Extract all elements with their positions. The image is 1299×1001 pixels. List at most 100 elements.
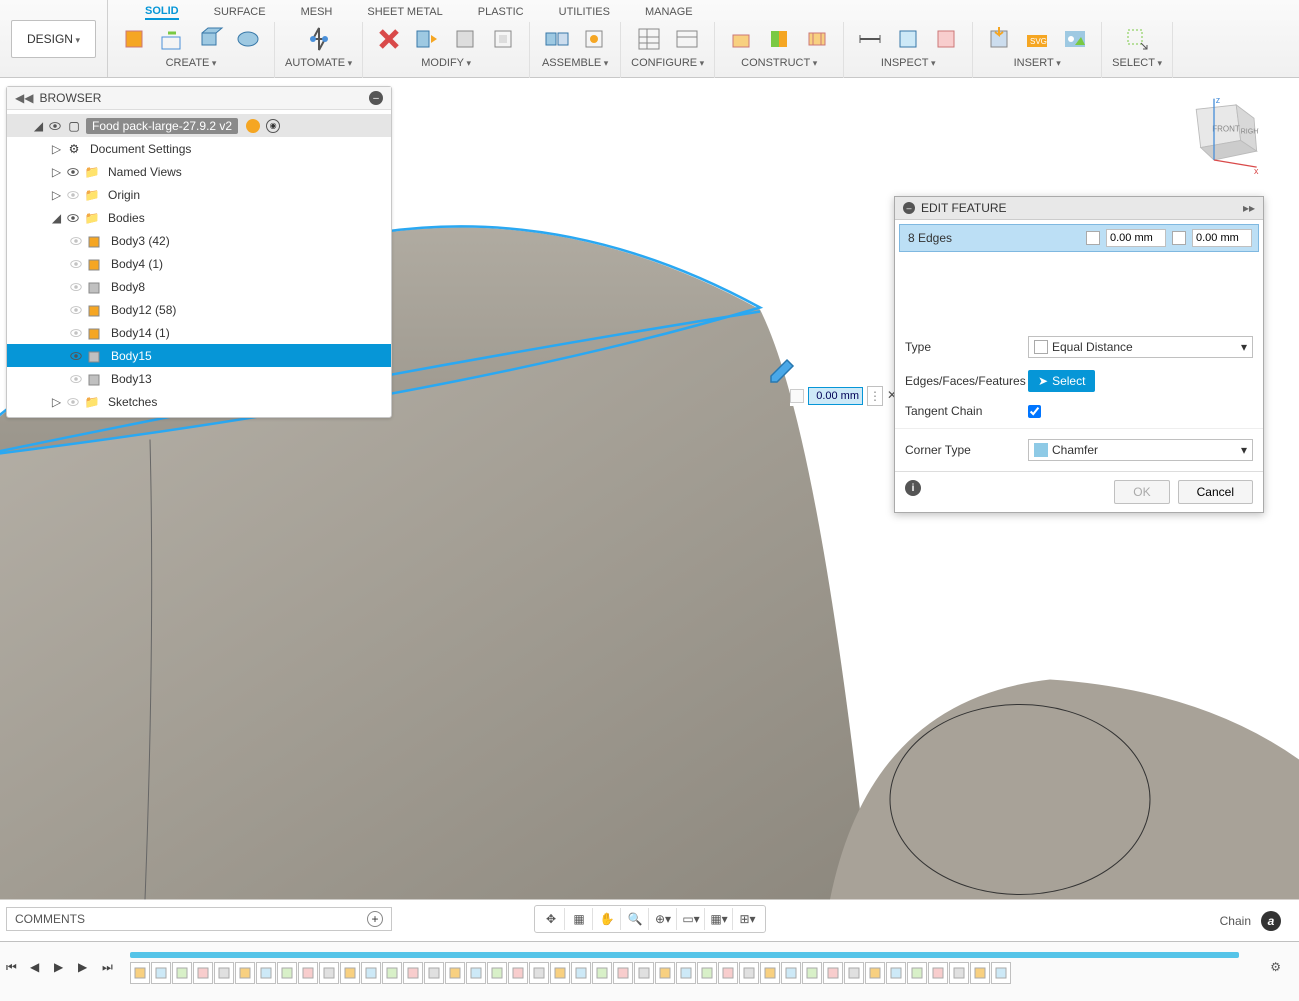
timeline-feature[interactable] [592,962,612,984]
timeline-feature[interactable] [991,962,1011,984]
timeline-feature[interactable] [676,962,696,984]
visibility-icon[interactable] [69,326,83,340]
viewport-icon[interactable]: ⊞▾ [735,908,761,930]
group-label[interactable]: ASSEMBLE [542,57,608,69]
group-label[interactable]: CONSTRUCT [741,57,817,69]
visibility-icon[interactable] [69,349,83,363]
timeline-feature[interactable] [928,962,948,984]
tree-item-named-views[interactable]: ▷📁Named Views [7,160,391,183]
timeline-feature[interactable] [739,962,759,984]
ok-button[interactable]: OK [1114,480,1169,504]
timeline-feature[interactable] [151,962,171,984]
tab-manage[interactable]: MANAGE [645,6,693,18]
timeline-feature[interactable] [130,962,150,984]
dialog-pin-icon[interactable]: ▸▸ [1243,201,1255,215]
timeline[interactable] [130,952,1239,992]
timeline-feature[interactable] [172,962,192,984]
expander-icon[interactable]: ▷ [51,143,62,154]
expander-icon[interactable]: ◢ [33,120,44,131]
timeline-feature[interactable] [235,962,255,984]
timeline-feature[interactable] [256,962,276,984]
expander-icon[interactable]: ◢ [51,212,62,223]
type-select[interactable]: Equal Distance ▾ [1028,336,1253,358]
timeline-feature[interactable] [214,962,234,984]
timeline-feature[interactable] [319,962,339,984]
inspect-tool-0[interactable] [854,23,886,55]
modify-tool-1[interactable] [411,23,443,55]
corner-select[interactable]: Chamfer ▾ [1028,439,1253,461]
timeline-feature[interactable] [529,962,549,984]
body-item[interactable]: Body4 (1) [7,252,391,275]
timeline-feature[interactable] [193,962,213,984]
body-item[interactable]: Body8 [7,275,391,298]
timeline-feature[interactable] [949,962,969,984]
timeline-feature[interactable] [844,962,864,984]
automate-tool-0[interactable] [303,23,335,55]
group-label[interactable]: MODIFY [421,57,471,69]
expander-icon[interactable]: ▷ [51,189,62,200]
timeline-feature[interactable] [613,962,633,984]
comments-panel[interactable]: COMMENTS + [6,907,392,931]
timeline-feature[interactable] [550,962,570,984]
configure-tool-0[interactable] [633,23,665,55]
timeline-feature[interactable] [361,962,381,984]
timeline-feature[interactable] [970,962,990,984]
group-label[interactable]: AUTOMATE [285,57,352,69]
cancel-button[interactable]: Cancel [1178,480,1253,504]
construct-tool-0[interactable] [725,23,757,55]
timeline-feature[interactable] [277,962,297,984]
browser-options-icon[interactable]: – [369,91,383,105]
timeline-feature[interactable] [634,962,654,984]
tree-item-origin[interactable]: ▷📁Origin [7,183,391,206]
insert-tool-0[interactable] [983,23,1015,55]
timeline-feature[interactable] [424,962,444,984]
body-item[interactable]: Body15 [7,344,391,367]
group-label[interactable]: INSPECT [881,57,936,69]
timeline-feature[interactable] [298,962,318,984]
tab-utilities[interactable]: UTILITIES [559,6,610,18]
browser-collapse-icon[interactable]: ◀◀ [15,91,33,105]
body-item[interactable]: Body13 [7,367,391,390]
tree-item-document-settings[interactable]: ▷⚙Document Settings [7,137,391,160]
timeline-start-icon[interactable]: ⏮ [6,960,24,978]
inspect-tool-1[interactable] [892,23,924,55]
timeline-feature[interactable] [823,962,843,984]
timeline-feature[interactable] [508,962,528,984]
visibility-icon[interactable] [69,372,83,386]
group-label[interactable]: CONFIGURE [631,57,704,69]
chamfer-edges-row[interactable]: 8 Edges [899,224,1259,252]
orbit-icon[interactable]: ✥ [539,908,565,930]
modify-tool-2[interactable] [449,23,481,55]
viewcube[interactable]: FRONT RIGHT z x [1169,96,1259,176]
group-label[interactable]: SELECT [1112,57,1162,69]
pan-icon[interactable]: ✋ [595,908,621,930]
assemble-tool-1[interactable] [578,23,610,55]
visibility-icon[interactable] [66,188,80,202]
timeline-feature[interactable] [907,962,927,984]
tab-sheetmetal[interactable]: SHEET METAL [367,6,442,18]
tree-item-bodies[interactable]: ◢📁Bodies [7,206,391,229]
inspect-tool-2[interactable] [930,23,962,55]
tab-plastic[interactable]: PLASTIC [478,6,524,18]
timeline-feature[interactable] [760,962,780,984]
timeline-settings-icon[interactable]: ⚙ [1270,960,1281,974]
dimension-value-input[interactable] [808,387,863,405]
dimension-options-button[interactable]: ⋮ [867,386,883,406]
group-label[interactable]: INSERT [1014,57,1061,69]
visibility-icon[interactable] [69,257,83,271]
lookat-icon[interactable]: ▦ [567,908,593,930]
zoom-fit-icon[interactable]: ⊕▾ [651,908,677,930]
timeline-feature[interactable] [697,962,717,984]
timeline-feature[interactable] [487,962,507,984]
create-tool-3[interactable] [232,23,264,55]
insert-tool-1[interactable]: SVG [1021,23,1053,55]
visibility-icon[interactable] [69,280,83,294]
distance1-input[interactable] [1106,229,1166,247]
body-item[interactable]: Body12 (58) [7,298,391,321]
timeline-end-icon[interactable]: ⏭ [102,960,120,978]
visibility-icon[interactable] [66,165,80,179]
insert-tool-2[interactable] [1059,23,1091,55]
visibility-icon[interactable] [66,395,80,409]
tangent-checkbox[interactable] [1028,405,1041,418]
add-comment-icon[interactable]: + [367,911,383,927]
